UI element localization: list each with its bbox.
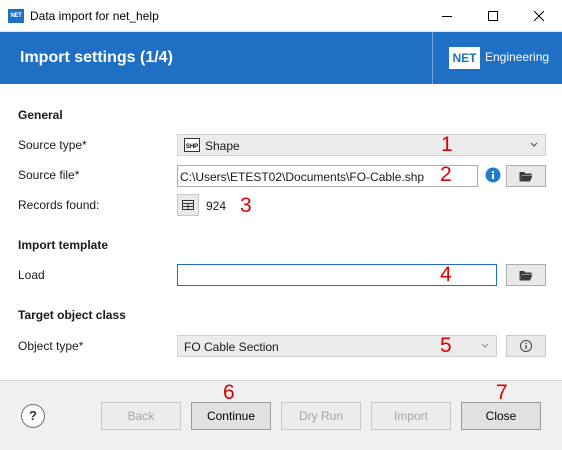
source-file-label: Source file*: [18, 168, 80, 182]
info-icon[interactable]: [485, 167, 501, 183]
table-icon: [182, 200, 194, 210]
annotation-4: 4: [440, 263, 452, 286]
records-found-label: Records found:: [18, 198, 100, 212]
maximize-button[interactable]: [470, 0, 516, 32]
annotation-6: 6: [223, 381, 235, 404]
object-type-value: FO Cable Section: [184, 340, 279, 354]
source-file-value: C:\Users\ETEST02\Documents\FO-Cable.shp: [180, 170, 425, 184]
annotation-7: 7: [496, 381, 508, 404]
load-template-label: Load: [18, 268, 45, 282]
annotation-1: 1: [441, 133, 453, 156]
source-file-input[interactable]: C:\Users\ETEST02\Documents\FO-Cable.shp: [177, 165, 478, 187]
page-title: Import settings (1/4): [20, 49, 173, 66]
info-icon: [520, 340, 532, 352]
banner-divider: [432, 32, 433, 84]
section-import-template-heading: Import template: [18, 238, 109, 252]
shapefile-icon: SHP: [184, 138, 200, 152]
section-target-object-heading: Target object class: [18, 308, 126, 322]
records-found-value: 924: [206, 199, 227, 213]
dry-run-button[interactable]: Dry Run: [281, 402, 361, 430]
back-button[interactable]: Back: [101, 402, 181, 430]
import-button[interactable]: Import: [371, 402, 451, 430]
folder-open-icon: [519, 270, 533, 280]
help-button[interactable]: ?: [21, 404, 45, 428]
svg-text:SHP: SHP: [186, 144, 198, 150]
minimize-icon: [442, 16, 452, 17]
section-general-heading: General: [18, 108, 63, 122]
chevron-down-icon: [530, 142, 538, 147]
source-type-label: Source type*: [18, 138, 87, 152]
brand-logo: NET: [449, 47, 480, 69]
show-records-button[interactable]: [177, 194, 199, 216]
continue-button[interactable]: Continue: [191, 402, 271, 430]
annotation-3: 3: [240, 194, 252, 217]
close-window-button[interactable]: [516, 0, 562, 32]
source-type-select[interactable]: SHP Shape: [177, 134, 546, 156]
source-type-value: Shape: [205, 139, 240, 153]
header-banner: Import settings (1/4) NET Engineering: [0, 32, 562, 84]
window-titlebar: NET Data import for net_help: [0, 0, 562, 32]
brand-name: Engineering: [485, 50, 550, 64]
close-button[interactable]: Close: [461, 402, 541, 430]
object-type-info-button[interactable]: [506, 335, 546, 357]
annotation-5: 5: [440, 334, 452, 357]
browse-source-file-button[interactable]: [506, 165, 546, 187]
browse-template-button[interactable]: [506, 264, 546, 286]
folder-open-icon: [519, 171, 533, 181]
annotation-2: 2: [440, 163, 452, 186]
minimize-button[interactable]: [424, 0, 470, 32]
close-icon: [534, 11, 544, 21]
window-title: Data import for net_help: [30, 9, 159, 23]
app-logo-icon: NET: [8, 9, 24, 23]
object-type-label: Object type*: [18, 339, 84, 353]
maximize-icon: [488, 11, 498, 21]
chevron-down-icon: [481, 343, 489, 348]
